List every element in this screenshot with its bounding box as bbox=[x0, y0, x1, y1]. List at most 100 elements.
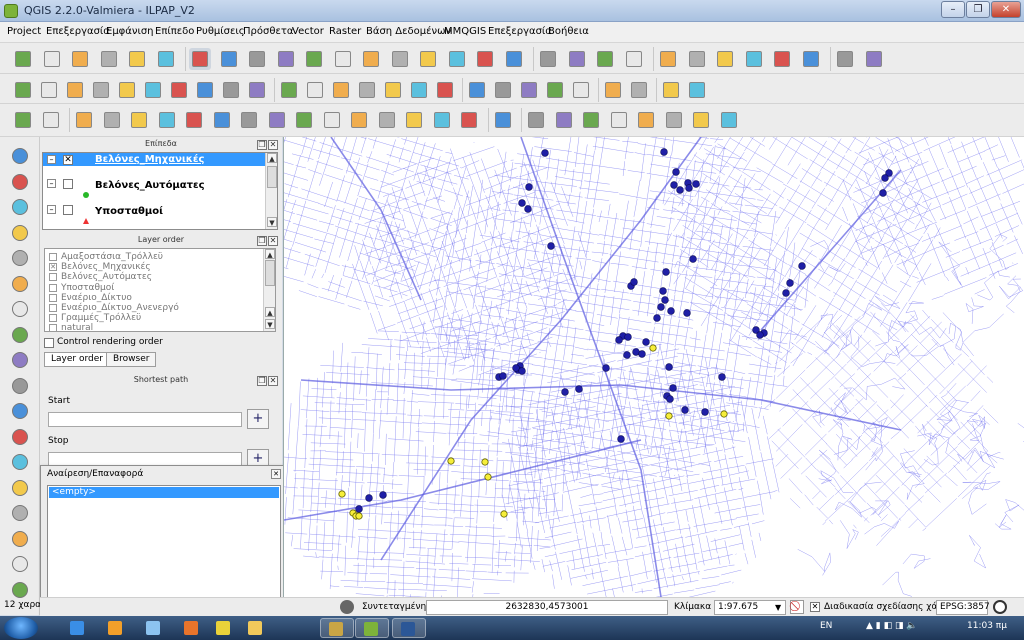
mmqgis-color-button[interactable] bbox=[663, 109, 685, 131]
rotate-symbols-button[interactable] bbox=[431, 109, 453, 131]
mechanical-needle-point[interactable] bbox=[685, 184, 693, 192]
layer-order-checkbox[interactable] bbox=[49, 314, 57, 323]
new-project-button[interactable] bbox=[12, 48, 34, 70]
mmqgis-merge-button[interactable] bbox=[635, 109, 657, 131]
mechanical-needle-point[interactable] bbox=[718, 373, 726, 381]
chevron-down-icon[interactable]: ▼ bbox=[775, 603, 781, 612]
add-delimited-text-button[interactable] bbox=[9, 375, 31, 397]
add-mssql-layer-button[interactable] bbox=[9, 247, 31, 269]
mechanical-needle-point[interactable] bbox=[623, 351, 631, 359]
mechanical-needle-point[interactable] bbox=[630, 278, 638, 286]
new-temporary-layer-button[interactable] bbox=[9, 426, 31, 448]
mechanical-needle-point[interactable] bbox=[602, 364, 610, 372]
mmqgis-buffer-button[interactable] bbox=[525, 109, 547, 131]
delete-part-button[interactable] bbox=[238, 109, 260, 131]
zoom-full-button[interactable] bbox=[360, 48, 382, 70]
add-vector-layer-button[interactable] bbox=[9, 145, 31, 167]
layer-order-checkbox[interactable] bbox=[49, 283, 57, 292]
merge-features-button[interactable] bbox=[376, 109, 398, 131]
mechanical-needle-point[interactable] bbox=[665, 363, 673, 371]
pan-to-selection-button[interactable] bbox=[246, 48, 268, 70]
rotation-icon[interactable]: ⃠ bbox=[790, 600, 804, 614]
add-wfs-layer-button[interactable] bbox=[9, 349, 31, 371]
text-annotation-button[interactable] bbox=[800, 48, 822, 70]
crosshair-button[interactable] bbox=[9, 553, 31, 575]
deselect-button[interactable] bbox=[623, 48, 645, 70]
mechanical-needle-point[interactable] bbox=[365, 494, 373, 502]
help-button[interactable] bbox=[834, 48, 856, 70]
crs-button[interactable]: EPSG:3857 bbox=[936, 600, 990, 615]
mechanical-needle-point[interactable] bbox=[670, 181, 678, 189]
mmqgis-animate-button[interactable] bbox=[690, 109, 712, 131]
mechanical-needle-point[interactable] bbox=[798, 262, 806, 270]
mechanical-needle-point[interactable] bbox=[666, 395, 674, 403]
mechanical-needle-point[interactable] bbox=[615, 336, 623, 344]
layer-order-checkbox[interactable] bbox=[49, 253, 57, 261]
measure-line-button[interactable] bbox=[743, 48, 765, 70]
automatic-needle-point[interactable] bbox=[500, 510, 508, 518]
collapse-icon[interactable]: – bbox=[47, 155, 56, 164]
offset-curve-button[interactable] bbox=[293, 109, 315, 131]
taskbar-explorer[interactable] bbox=[240, 618, 270, 638]
menu-settings[interactable]: Ρυθμίσεις bbox=[196, 26, 245, 37]
mechanical-needle-point[interactable] bbox=[525, 183, 533, 191]
float-icon[interactable]: ❐ bbox=[257, 140, 267, 150]
start-button[interactable] bbox=[4, 617, 38, 639]
split-features-button[interactable] bbox=[321, 109, 343, 131]
taskbar-notepad[interactable] bbox=[138, 618, 168, 638]
scroll-up-icon[interactable]: ▲ bbox=[267, 153, 277, 163]
taskbar-word[interactable] bbox=[392, 618, 426, 638]
mechanical-needle-point[interactable] bbox=[659, 287, 667, 295]
gps-button[interactable] bbox=[544, 79, 566, 101]
taskbar-qgis[interactable] bbox=[355, 618, 389, 638]
layer-row-substations[interactable]: – Υποσταθμοί bbox=[43, 203, 265, 229]
map-canvas[interactable] bbox=[283, 137, 1024, 597]
select-feature-button[interactable] bbox=[189, 48, 211, 70]
add-feature-button[interactable] bbox=[90, 79, 112, 101]
mechanical-needle-point[interactable] bbox=[667, 307, 675, 315]
mechanical-needle-point[interactable] bbox=[662, 268, 670, 276]
mechanical-needle-point[interactable] bbox=[701, 408, 709, 416]
menu-help[interactable]: Βοήθεια bbox=[548, 26, 589, 37]
layer-order-checkbox[interactable] bbox=[49, 304, 57, 312]
map-tips-button[interactable] bbox=[771, 48, 793, 70]
layer-row-mechanical[interactable]: – ✕ Βελόνες_Μηχανικές bbox=[43, 153, 265, 166]
add-oracle-layer-button[interactable] bbox=[9, 298, 31, 320]
control-rendering-checkbox[interactable] bbox=[44, 338, 54, 348]
mechanical-needle-point[interactable] bbox=[653, 314, 661, 322]
taskbar-explorer-window[interactable] bbox=[320, 618, 354, 638]
save-as-button[interactable] bbox=[98, 48, 120, 70]
current-edits-button[interactable] bbox=[12, 79, 34, 101]
zoom-in-button[interactable] bbox=[275, 48, 297, 70]
add-part-button[interactable] bbox=[156, 109, 178, 131]
attribute-table-button[interactable] bbox=[686, 48, 708, 70]
mechanical-needle-point[interactable] bbox=[642, 338, 650, 346]
mmqgis-geocode-button[interactable] bbox=[718, 109, 740, 131]
automatic-needle-point[interactable] bbox=[338, 490, 346, 498]
mechanical-needle-point[interactable] bbox=[561, 388, 569, 396]
message-log-icon[interactable] bbox=[340, 600, 354, 614]
show-hide-labels-button[interactable] bbox=[330, 79, 352, 101]
taskbar-media-player[interactable] bbox=[100, 618, 130, 638]
menu-view[interactable]: Εμφάνιση bbox=[106, 26, 154, 37]
layer-order-checkbox[interactable] bbox=[49, 273, 57, 282]
mmqgis-grid-button[interactable] bbox=[553, 109, 575, 131]
render-checkbox[interactable]: ✕ bbox=[810, 602, 820, 612]
mechanical-needle-point[interactable] bbox=[683, 309, 691, 317]
float-icon[interactable]: ❐ bbox=[257, 376, 267, 386]
mechanical-needle-point[interactable] bbox=[575, 385, 583, 393]
zoom-next-button[interactable] bbox=[474, 48, 496, 70]
refresh-button[interactable] bbox=[503, 48, 525, 70]
rotate-point-button[interactable] bbox=[73, 109, 95, 131]
mechanical-needle-point[interactable] bbox=[756, 331, 764, 339]
paste-features-button[interactable] bbox=[246, 79, 268, 101]
measure-button[interactable] bbox=[566, 48, 588, 70]
cut-features-button[interactable] bbox=[194, 79, 216, 101]
layer-visibility-checkbox[interactable] bbox=[63, 205, 73, 215]
automatic-needle-point[interactable] bbox=[481, 458, 489, 466]
mechanical-needle-point[interactable] bbox=[660, 148, 668, 156]
taskbar-chrome[interactable] bbox=[208, 618, 238, 638]
save-project-button[interactable] bbox=[69, 48, 91, 70]
undo-button[interactable] bbox=[12, 109, 34, 131]
toggle-editing-button[interactable] bbox=[38, 79, 60, 101]
